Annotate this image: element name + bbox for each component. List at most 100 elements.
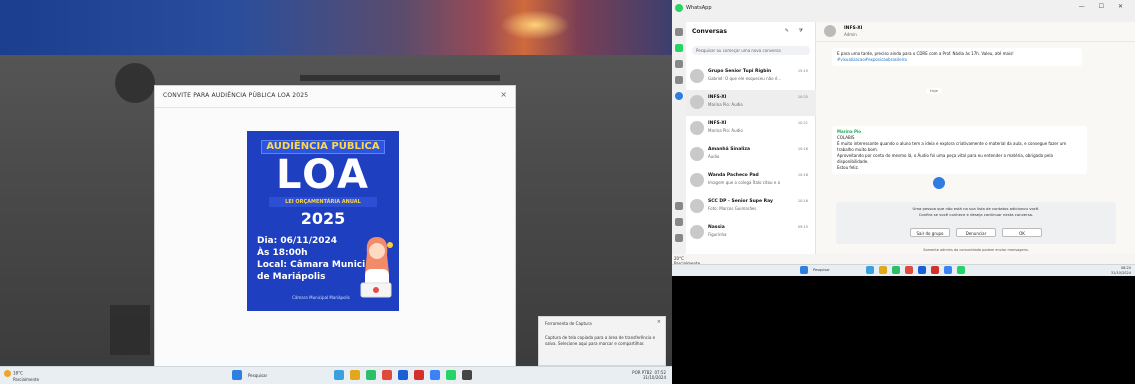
chat-search-input[interactable]: Pesquisar ou começar uma nova conversa <box>692 46 810 55</box>
chat-list-actions[interactable]: ✎ ⧩ <box>785 28 807 34</box>
chat-preview: Marina Pio: Áudio <box>708 128 743 133</box>
unknown-contact-notice: Uma pessoa que não está na sua lista de … <box>836 202 1116 244</box>
chat-avatar <box>690 173 704 187</box>
chat-preview: Marina Pio: Áudio <box>708 102 743 107</box>
chat-list-item[interactable]: Wanda Pacheco Pad Imagem que o colega Íta… <box>686 168 816 194</box>
chat-name: Nassia <box>708 225 725 230</box>
app-icon[interactable] <box>905 266 913 274</box>
message-bubble: E para uma tarde, preciso ainda para o C… <box>832 48 1082 66</box>
start-icon[interactable] <box>800 266 808 274</box>
blank-area <box>672 276 1135 384</box>
chat-time: 10:16 <box>797 199 808 203</box>
modal-title: CONVITE PARA AUDIÊNCIA PÚBLICA LOA 2025 <box>163 92 309 99</box>
weather-desc: Parcialmente <box>13 377 40 382</box>
store-icon[interactable] <box>398 370 408 380</box>
report-button[interactable]: Denunciar <box>956 228 996 237</box>
chat-time: 10:18 <box>797 173 808 177</box>
chat-preview: Figurinha <box>708 232 727 237</box>
conversation-header[interactable]: INFS-XI Admin <box>816 22 1135 42</box>
meta-ai-icon[interactable] <box>675 92 683 100</box>
screenshot-root: CONVITE PARA AUDIÊNCIA PÚBLICA LOA 2025 … <box>0 0 1135 384</box>
chrome-icon[interactable] <box>366 370 376 380</box>
whatsapp-logo-icon <box>675 4 683 12</box>
system-tray[interactable]: POR PTB2 07:52 31/10/2024 <box>632 370 666 380</box>
chat-list-panel: Conversas ✎ ⧩ Pesquisar ou começar uma n… <box>686 22 816 254</box>
left-desktop-screen: CONVITE PARA AUDIÊNCIA PÚBLICA LOA 2025 … <box>0 0 672 384</box>
right-system-tray[interactable]: 08:20 31/10/2024 <box>1111 266 1131 275</box>
poster-footer-logo: Câmara Municipal Mariápolis <box>292 295 350 300</box>
toast-header: Ferramenta de Captura <box>545 321 592 326</box>
chat-avatar <box>690 199 704 213</box>
group-avatar <box>824 25 836 37</box>
notice-line2: Confira se você conhece e deseja continu… <box>918 212 1034 217</box>
chat-list-item[interactable]: SCC DP - Senior Supe Ray Foto: Marcos Gui… <box>686 194 816 220</box>
dimmed-logo <box>115 63 155 103</box>
window-controls[interactable]: — ☐ ✕ <box>1079 3 1129 10</box>
taskbar-search[interactable]: Pesquisar <box>813 268 839 272</box>
edge-icon[interactable] <box>944 266 952 274</box>
file-explorer-icon[interactable] <box>350 370 360 380</box>
chat-name: Wanda Pacheco Pad <box>708 173 759 178</box>
settings-gear-icon[interactable] <box>675 234 683 242</box>
chat-name: INFS-XI <box>708 121 727 126</box>
archived-icon[interactable] <box>675 218 683 226</box>
tray-clock-time: 08:20 <box>1120 266 1131 270</box>
chat-preview: Imagem que o colega Ítalo citou e a <box>708 180 781 185</box>
widgets-icon[interactable] <box>866 266 874 274</box>
whatsapp-taskbar-icon[interactable] <box>446 370 456 380</box>
channels-icon[interactable] <box>675 76 683 84</box>
poster-illustration-woman <box>360 237 393 298</box>
chat-list-item[interactable]: INFS-XI Marina Pio: Áudio 10:21 <box>686 116 816 142</box>
chat-list-item[interactable]: Nassia Figurinha 09:15 <box>686 220 816 246</box>
modal-divider <box>155 107 515 108</box>
tray-clock-date: 31/10/2024 <box>642 375 666 380</box>
chrome-icon[interactable] <box>892 266 900 274</box>
menu-icon[interactable] <box>675 28 683 36</box>
chats-icon[interactable] <box>675 44 683 52</box>
poster-year: 2025 <box>300 209 346 228</box>
widgets-icon[interactable] <box>334 370 344 380</box>
chat-time: 10:21 <box>797 121 808 125</box>
start-icon[interactable] <box>232 370 242 380</box>
app-icon[interactable] <box>382 370 392 380</box>
weather-widget[interactable]: 18°C Parcialmente <box>4 370 39 382</box>
chat-preview: Áudio <box>708 154 720 159</box>
weather-temp: 18°C <box>13 370 23 376</box>
starred-icon[interactable] <box>675 202 683 210</box>
edge-icon[interactable] <box>430 370 440 380</box>
event-poster-image: AUDIÊNCIA PÚBLICA LOA LEI ORÇAMENTÁRIA A… <box>247 131 399 311</box>
modal-close-button[interactable]: × <box>500 90 507 99</box>
sunset-glow <box>500 10 570 40</box>
chat-list-item[interactable]: INFS-XI Marina Pio: Áudio 10:25 <box>686 90 816 116</box>
chat-list-item[interactable]: Amanhã Sinaliza Áudio 10:16 <box>686 142 816 168</box>
whatsapp-taskbar-icon[interactable] <box>957 266 965 274</box>
whatsapp-titlebar: WhatsApp — ☐ ✕ <box>672 0 1135 22</box>
poster-subtitle: LEI ORÇAMENTÁRIA ANUAL <box>269 197 377 207</box>
taskbar-search[interactable]: Pesquisar <box>248 373 278 378</box>
chat-name: INFS-XI <box>708 95 727 100</box>
chat-time: 10:16 <box>797 147 808 151</box>
chat-list-item[interactable]: Grupo Senior Tupi Rigbin Gabriel: O que e… <box>686 64 816 90</box>
chat-list-title: Conversas <box>692 28 727 35</box>
snipping-tool-icon[interactable] <box>462 370 472 380</box>
conversation-panel: INFS-XI Admin E para uma tarde, preciso … <box>816 22 1135 254</box>
message-hashtags[interactable]: #visualizacao#exposicaobrasileira <box>837 57 1077 63</box>
opera-icon[interactable] <box>414 370 424 380</box>
right-taskbar-apps: Pesquisar <box>800 266 965 274</box>
whatsapp-app-title: WhatsApp <box>686 5 712 11</box>
chat-preview: Foto: Marcos Guimarães <box>708 206 757 211</box>
scroll-down-button[interactable] <box>933 177 945 189</box>
chat-avatar <box>690 121 704 135</box>
notice-text: Uma pessoa que não está na sua lista de … <box>836 206 1116 218</box>
toast-close-icon[interactable]: × <box>657 319 661 325</box>
chat-name: SCC DP - Senior Supe Ray <box>708 199 773 204</box>
store-icon[interactable] <box>918 266 926 274</box>
snipping-tool-notification[interactable]: Ferramenta de Captura × Captura de tela … <box>538 316 666 366</box>
exit-group-button[interactable]: Sair do grupo <box>910 228 950 237</box>
status-icon[interactable] <box>675 60 683 68</box>
ok-button[interactable]: OK <box>1002 228 1042 237</box>
right-taskbar: Pesquisar 08:20 31/10/2024 <box>672 264 1135 276</box>
file-explorer-icon[interactable] <box>879 266 887 274</box>
dimmed-block <box>110 305 150 355</box>
opera-icon[interactable] <box>931 266 939 274</box>
